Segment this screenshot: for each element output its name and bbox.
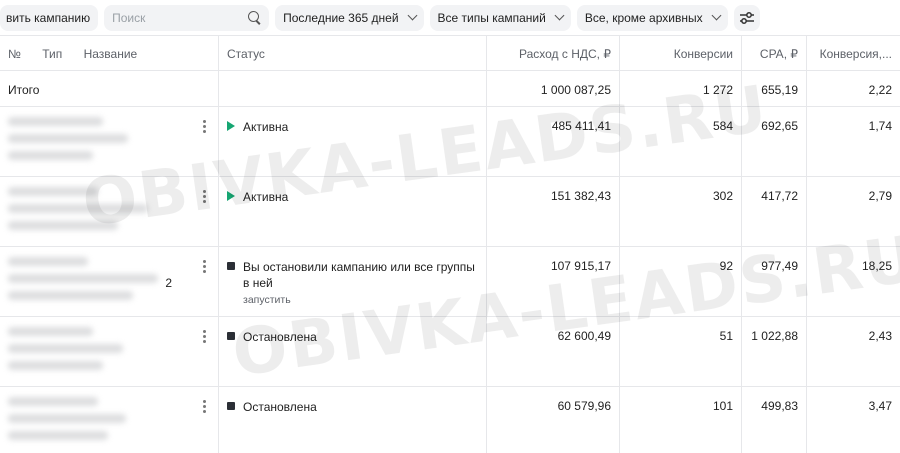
archive-filter-dropdown[interactable]: Все, кроме архивных	[576, 4, 728, 31]
cost-cell: 107 915,17	[487, 247, 620, 316]
table-row: Остановлена 62 600,49 51 1 022,88 2,43	[0, 317, 900, 387]
cpa-cell: 1 022,88	[742, 317, 807, 386]
chevron-down-icon	[554, 10, 565, 21]
status-cell: Активна	[219, 177, 487, 246]
stopped-status-icon	[227, 332, 235, 340]
table-row: Остановлена 60 579,96 101 499,83 3,47	[0, 387, 900, 453]
status-text: Остановлена	[243, 330, 317, 344]
table-settings-button[interactable]	[733, 4, 760, 31]
cost-cell: 60 579,96	[487, 387, 620, 453]
total-cost: 1 000 087,25	[487, 71, 620, 106]
table-header-row: № Тип Название Статус Расход с НДС, ₽ Ко…	[0, 35, 900, 71]
sliders-icon	[739, 11, 754, 24]
status-cell: Активна	[219, 107, 487, 176]
cpa-cell: 692,65	[742, 107, 807, 176]
status-cell: Остановлена	[219, 317, 487, 386]
cpa-cell: 499,83	[742, 387, 807, 453]
chevron-down-icon	[711, 10, 722, 21]
chevron-down-icon	[407, 10, 417, 21]
period-filter-label: Последние 365 дней	[283, 10, 399, 25]
status-text: Активна	[243, 120, 289, 134]
campaigns-table: № Тип Название Статус Расход с НДС, ₽ Ко…	[0, 35, 900, 453]
campaign-name-suffix: 2	[165, 276, 172, 290]
status-cell: Остановлена	[219, 387, 487, 453]
campaign-name-cell[interactable]	[0, 107, 219, 176]
campaign-type-filter-dropdown[interactable]: Все типы кампаний	[429, 4, 571, 31]
cost-cell: 151 382,43	[487, 177, 620, 246]
active-status-icon	[227, 121, 235, 131]
search-placeholder: Поиск	[112, 10, 146, 25]
column-name-header[interactable]: Название	[84, 47, 138, 61]
search-input[interactable]: Поиск	[104, 4, 270, 31]
table-row: Активна 151 382,43 302 417,72 2,79	[0, 177, 900, 247]
conversions-cell: 584	[620, 107, 742, 176]
toolbar: вить кампанию Поиск Последние 365 дней В…	[0, 0, 900, 35]
header-name-cell: № Тип Название	[0, 36, 219, 70]
cost-cell: 485 411,41	[487, 107, 620, 176]
total-row: Итого 1 000 087,25 1 272 655,19 2,22	[0, 71, 900, 107]
campaign-name-cell[interactable]	[0, 177, 219, 246]
blurred-campaign-name	[8, 117, 128, 168]
campaign-name-cell[interactable]	[0, 387, 219, 453]
status-text: Активна	[243, 190, 289, 204]
column-status-header[interactable]: Статус	[219, 36, 487, 70]
blurred-campaign-name	[8, 327, 123, 378]
total-label: Итого	[0, 71, 219, 106]
search-icon[interactable]	[248, 11, 261, 24]
status-text: Вы остановили кампанию или все группы в …	[243, 260, 475, 290]
column-conv-rate-header[interactable]: Конверсия,...	[807, 36, 900, 70]
conversions-cell: 101	[620, 387, 742, 453]
more-icon[interactable]	[203, 400, 206, 413]
total-cpa: 655,19	[742, 71, 807, 106]
campaign-type-filter-label: Все типы кампаний	[437, 10, 546, 25]
conv-rate-cell: 3,47	[868, 399, 892, 413]
more-icon[interactable]	[203, 260, 206, 273]
total-conv-rate: 2,22	[868, 83, 892, 97]
more-icon[interactable]	[203, 120, 206, 133]
start-campaign-link[interactable]: запустить	[243, 294, 478, 306]
period-filter-dropdown[interactable]: Последние 365 дней	[275, 4, 424, 31]
total-conversions: 1 272	[620, 71, 742, 106]
column-cost-header[interactable]: Расход с НДС, ₽	[487, 36, 620, 70]
table-row: Активна 485 411,41 584 692,65 1,74	[0, 107, 900, 177]
stopped-status-icon	[227, 262, 235, 270]
column-cpa-header[interactable]: CPA, ₽	[742, 36, 807, 70]
more-icon[interactable]	[203, 190, 206, 203]
table-row: 2 Вы остановили кампанию или все группы …	[0, 247, 900, 317]
conv-rate-cell: 2,43	[868, 329, 892, 343]
stopped-status-icon	[227, 402, 235, 410]
more-icon[interactable]	[203, 330, 206, 343]
conversions-cell: 92	[620, 247, 742, 316]
conversions-cell: 51	[620, 317, 742, 386]
conv-rate-cell: 18,25	[861, 259, 892, 273]
status-text: Остановлена	[243, 400, 317, 414]
add-campaign-label: вить кампанию	[6, 10, 91, 25]
blurred-campaign-name	[8, 257, 158, 308]
blurred-campaign-name	[8, 187, 148, 238]
cpa-cell: 977,49	[742, 247, 807, 316]
campaign-name-cell[interactable]	[0, 317, 219, 386]
conversions-cell: 302	[620, 177, 742, 246]
total-status-cell	[219, 71, 487, 106]
add-campaign-button[interactable]: вить кампанию	[0, 4, 99, 31]
archive-filter-label: Все, кроме архивных	[584, 10, 703, 25]
blurred-campaign-name	[8, 397, 126, 448]
conv-rate-cell: 1,74	[868, 119, 892, 133]
status-cell: Вы остановили кампанию или все группы в …	[219, 247, 487, 316]
column-conversions-header[interactable]: Конверсии	[620, 36, 742, 70]
conv-rate-cell: 2,79	[868, 189, 892, 203]
cost-cell: 62 600,49	[487, 317, 620, 386]
campaign-name-cell[interactable]: 2	[0, 247, 219, 316]
cpa-cell: 417,72	[742, 177, 807, 246]
column-type-header[interactable]: Тип	[42, 47, 62, 61]
column-num-header[interactable]: №	[8, 47, 21, 61]
active-status-icon	[227, 191, 235, 201]
